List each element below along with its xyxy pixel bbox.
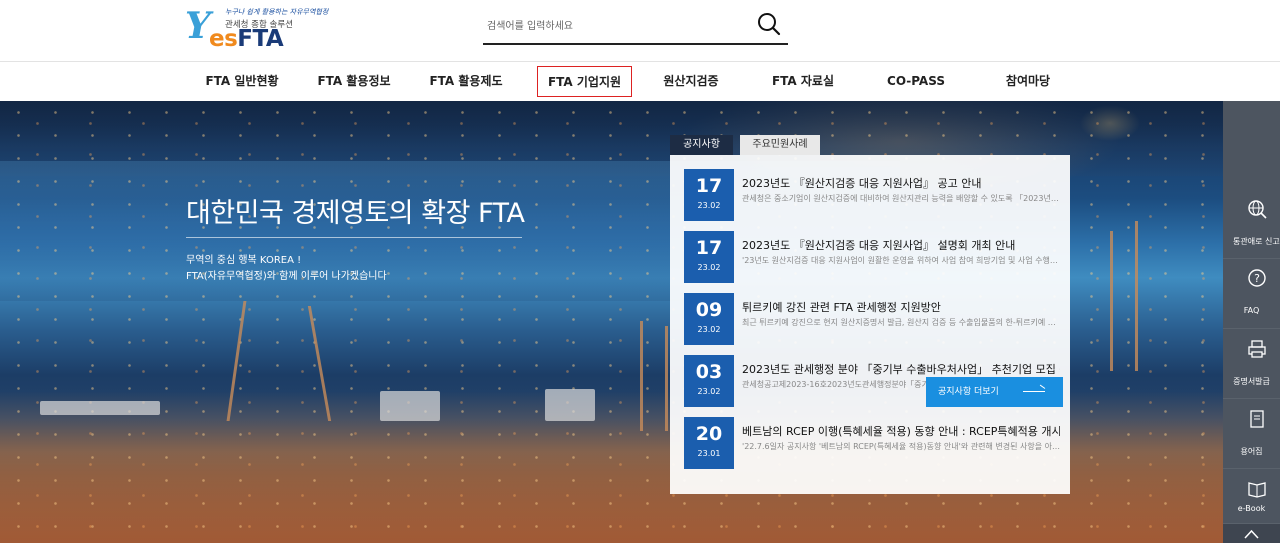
quick-glossary[interactable]: 용어집 — [1223, 399, 1280, 469]
hero-banner: 대한민국 경제영토의 확장 FTA 무역의 중심 행복 KOREA ! FTA(… — [0, 101, 1223, 543]
notice-item[interactable]: 09 23.02 튀르키예 강진 관련 FTA 관세행정 지원방안 최근 튀르키… — [684, 293, 1064, 345]
tab-notices[interactable]: 공지사항 — [670, 135, 733, 155]
crane-graphic — [640, 321, 643, 431]
ship-graphic — [40, 401, 160, 415]
nav-origin-verification[interactable]: 원산지검증 — [645, 66, 737, 97]
faq-icon: ? — [1248, 269, 1266, 287]
globe-search-icon — [1248, 200, 1267, 219]
ebook-icon — [1248, 482, 1266, 498]
search-bar — [483, 10, 788, 45]
notice-day: 09 — [695, 299, 723, 321]
notice-title[interactable]: 2023년도 관세행정 분야 「중기부 수출바우처사업」 추천기업 모집 공고 — [742, 361, 1060, 377]
notice-day: 03 — [695, 361, 723, 383]
notice-title[interactable]: 베트남의 RCEP 이행(특혜세율 적용) 동향 안내 : RCEP특혜적용 개… — [742, 423, 1060, 439]
scroll-top-button[interactable] — [1223, 524, 1280, 543]
quick-label: 증명서발급 — [1233, 377, 1270, 386]
logo-y: Y — [185, 5, 211, 47]
nav-participation[interactable]: 참여마당 — [982, 66, 1074, 97]
quick-ebook[interactable]: e-Book — [1223, 469, 1280, 524]
quick-label: FAQ — [1243, 306, 1260, 315]
nav-co-pass[interactable]: CO-PASS — [870, 66, 962, 97]
notice-title[interactable]: 2023년도 『원산지검증 대응 지원사업』 설명회 개최 안내 — [742, 237, 1060, 253]
notice-summary: '23년도 원산지검증 대응 지원사업이 원활한 운영을 위하여 사업 참여 희… — [742, 256, 1060, 265]
notice-title[interactable]: 튀르키예 강진 관련 FTA 관세행정 지원방안 — [742, 299, 1060, 315]
chevron-up-icon — [1244, 529, 1259, 539]
nav-fta-system[interactable]: FTA 활용제도 — [420, 66, 512, 97]
notice-summary: 최근 튀르키예 강진으로 현지 원산지증명서 발급, 원산지 검증 등 수출입물… — [742, 318, 1060, 327]
quick-certificate[interactable]: 증명서발급 — [1223, 329, 1280, 399]
notice-title[interactable]: 2023년도 『원산지검증 대응 지원사업』 공고 안내 — [742, 175, 1060, 191]
notice-item[interactable]: 17 23.02 2023년도 『원산지검증 대응 지원사업』 설명회 개최 안… — [684, 231, 1064, 283]
logo-tagline-top: 누구나 쉽게 활용하는 자유무역협정 — [225, 8, 329, 16]
nav-fta-business-support[interactable]: FTA 기업지원 — [537, 66, 632, 97]
notice-date: 03 23.02 — [684, 355, 734, 407]
main-nav: FTA 일반현황 FTA 활용정보 FTA 활용제도 FTA 기업지원 원산지검… — [0, 62, 1280, 101]
logo-wordmark: esFTA — [209, 26, 284, 52]
crane-graphic — [1135, 221, 1138, 371]
book-icon — [1250, 410, 1264, 428]
notice-year-month: 23.02 — [697, 201, 721, 210]
notice-day: 17 — [695, 237, 723, 259]
notice-year-month: 23.02 — [697, 387, 721, 396]
svg-text:?: ? — [1254, 272, 1260, 285]
hero-divider — [186, 237, 522, 238]
arrow-right-icon — [1023, 391, 1045, 392]
notice-item[interactable]: 20 23.01 베트남의 RCEP 이행(특혜세율 적용) 동향 안내 : R… — [684, 417, 1064, 469]
quick-label: e-Book — [1237, 504, 1266, 513]
notice-more-label: 공지사항 더보기 — [938, 387, 999, 397]
notice-day: 20 — [695, 423, 723, 445]
nav-fta-overview[interactable]: FTA 일반현황 — [196, 66, 288, 97]
notice-panel: 17 23.02 2023년도 『원산지검증 대응 지원사업』 공고 안내 관세… — [670, 155, 1070, 494]
quick-faq[interactable]: ? FAQ — [1223, 259, 1280, 329]
search-input[interactable] — [483, 16, 743, 36]
logo-fta: FTA — [237, 26, 284, 52]
printer-icon — [1248, 340, 1266, 358]
notice-year-month: 23.02 — [697, 325, 721, 334]
notice-year-month: 23.02 — [697, 263, 721, 272]
ship-graphic — [380, 391, 440, 421]
notice-date: 09 23.02 — [684, 293, 734, 345]
tab-civil-cases[interactable]: 주요민원사례 — [740, 135, 820, 155]
notice-item[interactable]: 17 23.02 2023년도 『원산지검증 대응 지원사업』 공고 안내 관세… — [684, 169, 1064, 221]
crane-graphic — [665, 326, 668, 431]
notice-date: 20 23.01 — [684, 417, 734, 469]
hero-subtitle-2: FTA(자유무역협정)와 함께 이루어 나가겠습니다 — [186, 271, 387, 282]
quick-customs-report[interactable]: 통관애로 신고 — [1223, 189, 1280, 259]
quick-label: 용어집 — [1240, 447, 1263, 456]
notice-summary: 관세청은 중소기업이 원산지검증에 대비하여 원산지관리 능력을 배양할 수 있… — [742, 194, 1060, 203]
ship-graphic — [545, 389, 595, 421]
notice-more-button[interactable]: 공지사항 더보기 — [926, 377, 1063, 407]
notice-year-month: 23.01 — [697, 449, 721, 458]
search-icon[interactable] — [756, 11, 782, 37]
nav-fta-info[interactable]: FTA 활용정보 — [308, 66, 400, 97]
hero-subtitle-1: 무역의 중심 행복 KOREA ! — [186, 255, 302, 266]
quick-menu: 통관애로 신고 ? FAQ 증명서발급 용어집 e-Book — [1223, 101, 1280, 543]
header: 누구나 쉽게 활용하는 자유무역협정 관세청 종합 솔루션 Y esFTA — [0, 0, 1280, 62]
quick-label: 통관애로 신고 — [1233, 237, 1280, 246]
nav-fta-library[interactable]: FTA 자료실 — [757, 66, 849, 97]
yesfta-logo[interactable]: 누구나 쉽게 활용하는 자유무역협정 관세청 종합 솔루션 Y esFTA — [185, 5, 328, 54]
logo-es: es — [209, 26, 238, 52]
notice-day: 17 — [695, 175, 723, 197]
notice-summary: '22.7.6일자 공지사항 '베트남의 RCEP(특혜세율 적용)동향 안내'… — [742, 442, 1060, 451]
hero-title: 대한민국 경제영토의 확장 FTA — [186, 198, 525, 229]
notice-date: 17 23.02 — [684, 231, 734, 283]
notice-date: 17 23.02 — [684, 169, 734, 221]
crane-graphic — [1110, 231, 1113, 371]
